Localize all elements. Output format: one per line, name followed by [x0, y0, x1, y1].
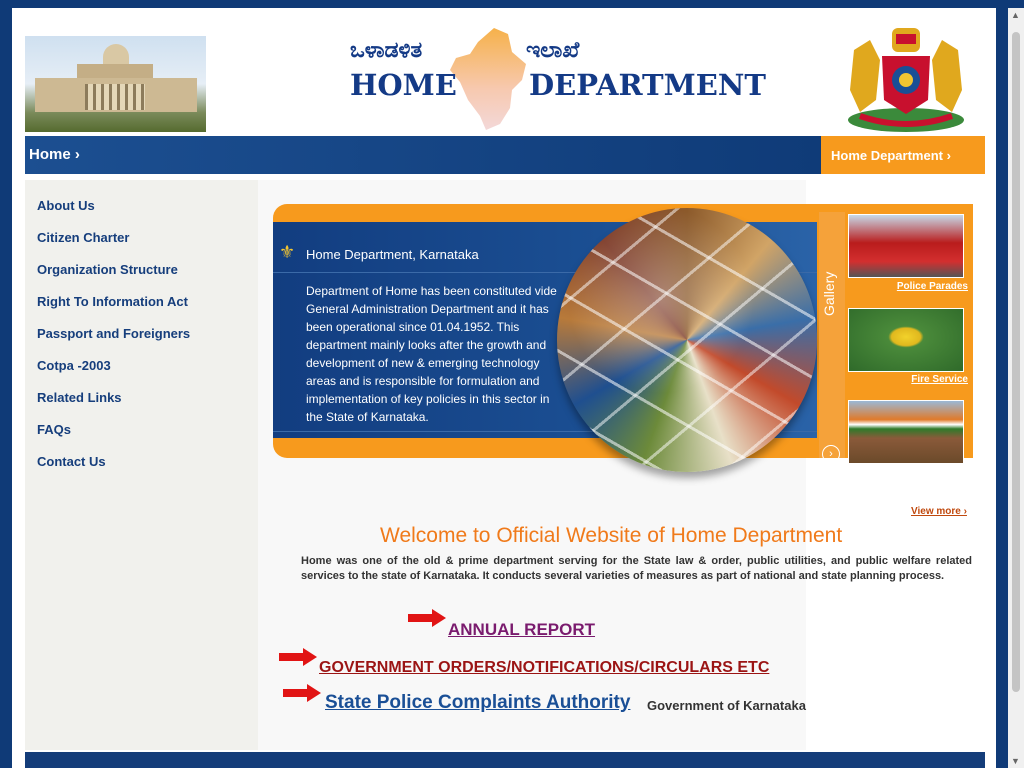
fleur-icon: ⚜: [279, 242, 296, 262]
welcome-heading: Welcome to Official Website of Home Depa…: [380, 524, 843, 547]
gallery-next-icon[interactable]: ›: [822, 445, 840, 463]
sidebar-item-passport[interactable]: Passport and Foreigners: [37, 326, 190, 341]
scroll-down-icon[interactable]: ▼: [1011, 756, 1020, 766]
gallery-thumb-fire-truck[interactable]: [848, 214, 964, 278]
government-orders-link[interactable]: GOVERNMENT ORDERS/NOTIFICATIONS/CIRCULAR…: [319, 659, 769, 677]
sidebar-item-about-us[interactable]: About Us: [37, 198, 95, 213]
banner-description: Department of Home has been constituted …: [306, 284, 557, 424]
gallery-thumb-helicopter[interactable]: [848, 308, 964, 372]
arrow-right-icon: [279, 648, 317, 666]
arrow-right-icon: [283, 684, 321, 702]
arrow-right-icon: [408, 609, 446, 627]
sidebar-item-rti[interactable]: Right To Information Act: [37, 294, 188, 309]
spca-suffix-text: Government of Karnataka: [647, 698, 806, 713]
vertical-scrollbar[interactable]: ▲ ▼: [1008, 8, 1024, 768]
scroll-up-icon[interactable]: ▲: [1011, 10, 1020, 20]
intro-paragraph: Home was one of the old & prime departme…: [301, 555, 972, 582]
spca-link[interactable]: State Police Complaints Authority: [325, 692, 630, 714]
gallery-caption-police-parades[interactable]: Police Parades: [848, 281, 968, 292]
nav-department-tab[interactable]: Home Department ›: [821, 136, 985, 174]
sidebar-item-faqs[interactable]: FAQs: [37, 422, 71, 437]
title-home: HOME: [350, 68, 457, 102]
kannada-title-right: ಇಲಾಖೆ: [526, 38, 580, 63]
sidebar-item-related-links[interactable]: Related Links: [37, 390, 122, 405]
gallery-caption-fire-service[interactable]: Fire Service: [848, 374, 968, 385]
sidebar-item-contact-us[interactable]: Contact Us: [37, 454, 106, 469]
sidebar-item-cotpa[interactable]: Cotpa -2003: [37, 358, 111, 373]
scrollbar-thumb[interactable]: [1012, 32, 1020, 692]
footer-bar: [25, 752, 985, 768]
home-banner: ⚜ Home Department, Karnataka Department …: [273, 204, 973, 472]
annual-report-link[interactable]: ANNUAL REPORT: [448, 620, 595, 640]
title-department: DEPARTMENT: [529, 68, 766, 102]
karnataka-emblem: [848, 28, 964, 132]
sidebar-item-organization-structure[interactable]: Organization Structure: [37, 262, 178, 277]
vidhana-soudha-image: [25, 36, 206, 132]
site-header: ಒಳಾಡಳಿತ ಇಲಾಖೆ HOME DEPARTMENT: [12, 8, 996, 136]
nav-home-link[interactable]: Home ›: [29, 146, 80, 163]
sidebar: About Us Citizen Charter Organization St…: [25, 180, 258, 750]
view-more-link[interactable]: View more ›: [911, 506, 967, 517]
banner-title: Home Department, Karnataka: [306, 247, 479, 262]
page: ಒಳಾಡಳಿತ ಇಲಾಖೆ HOME DEPARTMENT Home › Hom…: [12, 8, 996, 768]
gallery-thumb-parade[interactable]: [848, 400, 964, 464]
gallery-label: Gallery: [821, 271, 837, 316]
sidebar-item-citizen-charter[interactable]: Citizen Charter: [37, 230, 129, 245]
nav-department-label[interactable]: Home Department ›: [831, 148, 951, 163]
main-nav-bar: Home ›: [25, 136, 821, 174]
kannada-title-left: ಒಳಾಡಳಿತ: [350, 38, 423, 63]
